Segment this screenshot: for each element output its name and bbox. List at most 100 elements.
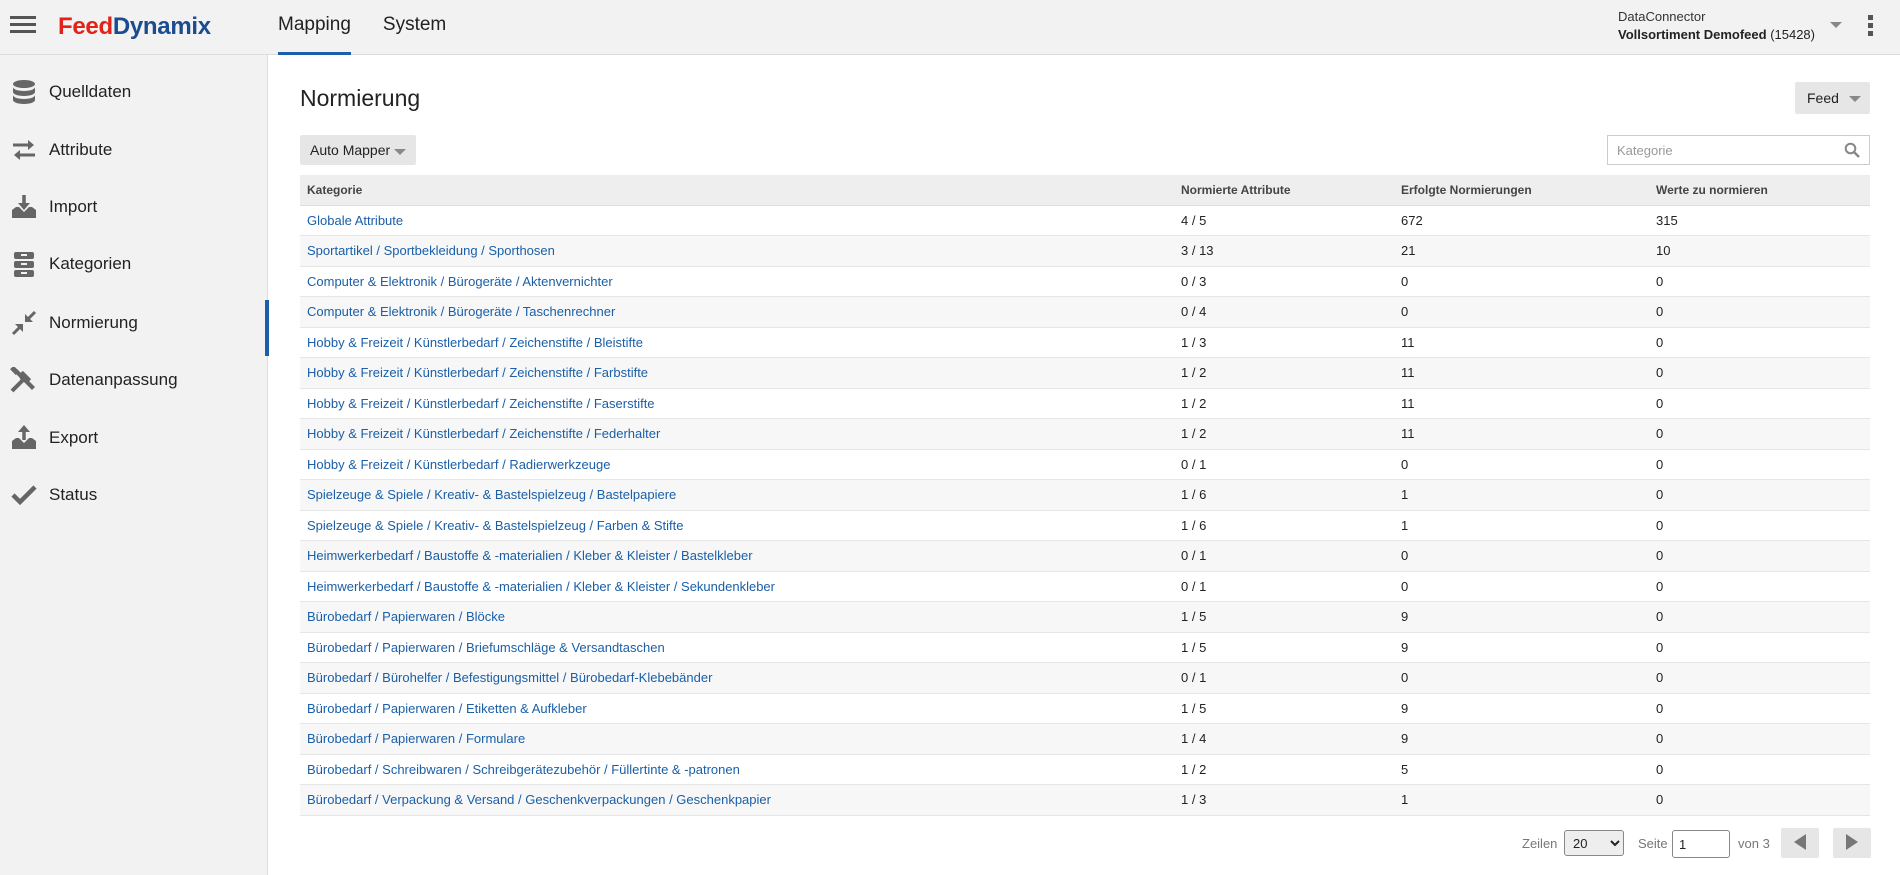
category-link[interactable]: Bürobedarf / Schreibwaren / Schreibgerät… <box>307 762 740 777</box>
cell-kategorie: Bürobedarf / Schreibwaren / Schreibgerät… <box>300 754 1174 785</box>
hamburger-menu-icon[interactable] <box>10 13 36 35</box>
sidebar-item-export[interactable]: Export <box>0 413 268 463</box>
cell-erfolgte-normierungen: 9 <box>1401 731 1409 747</box>
cell-kategorie: Bürobedarf / Bürohelfer / Befestigungsmi… <box>300 663 1174 694</box>
category-link[interactable]: Hobby & Freizeit / Künstlerbedarf / Zeic… <box>307 426 660 441</box>
category-search-input[interactable] <box>1608 136 1828 164</box>
tab-system[interactable]: System <box>383 0 446 55</box>
feed-dropdown-button[interactable]: Feed <box>1795 82 1870 114</box>
sidebar-item-quelldaten[interactable]: Quelldaten <box>0 67 268 117</box>
feed-button-label: Feed <box>1807 90 1839 106</box>
cell-normierte-attribute: 3 / 13 <box>1181 243 1214 259</box>
search-icon[interactable] <box>1844 142 1860 163</box>
category-link[interactable]: Hobby & Freizeit / Künstlerbedarf / Radi… <box>307 457 610 472</box>
cell-werte-zu-normieren: 0 <box>1656 670 1664 686</box>
category-link[interactable]: Bürobedarf / Papierwaren / Etiketten & A… <box>307 701 587 716</box>
category-link[interactable]: Bürobedarf / Papierwaren / Briefumschläg… <box>307 640 665 655</box>
col-header-werte-zu-normieren[interactable]: Werte zu normieren <box>1649 175 1870 206</box>
sidebar: Quelldaten Attribute Import Kategorien N… <box>0 55 269 875</box>
brand-logo[interactable]: FeedDynamix <box>58 13 211 41</box>
category-link[interactable]: Heimwerkerbedarf / Baustoffe & -material… <box>307 548 753 563</box>
next-page-button[interactable] <box>1833 828 1871 858</box>
cell-werte-zu-normieren: 0 <box>1656 395 1664 411</box>
cell-kategorie: Hobby & Freizeit / Künstlerbedarf / Radi… <box>300 449 1174 480</box>
tenant-name: DataConnector <box>1618 9 1706 24</box>
cell-normierte-attribute: 1 / 2 <box>1181 426 1207 442</box>
col-header-kategorie[interactable]: Kategorie <box>300 175 1174 206</box>
table-row: Spielzeuge & Spiele / Kreativ- & Bastels… <box>300 479 1870 510</box>
cell-kategorie: Computer & Elektronik / Bürogeräte / Tas… <box>300 297 1174 328</box>
category-link[interactable]: Globale Attribute <box>307 213 403 228</box>
cell-normierte-attribute: 1 / 5 <box>1181 609 1207 625</box>
col-header-erfolgte-normierungen[interactable]: Erfolgte Normierungen <box>1394 175 1649 206</box>
cell-normierte-attribute: 1 / 2 <box>1181 395 1207 411</box>
cell-kategorie: Bürobedarf / Verpackung & Versand / Gesc… <box>300 785 1174 816</box>
chevron-down-icon <box>1849 96 1861 102</box>
auto-mapper-button[interactable]: Auto Mapper <box>300 135 416 165</box>
category-link[interactable]: Bürobedarf / Papierwaren / Formulare <box>307 731 525 746</box>
rows-per-page-select[interactable]: 20 <box>1564 830 1624 856</box>
cell-kategorie: Hobby & Freizeit / Künstlerbedarf / Zeic… <box>300 388 1174 419</box>
category-link[interactable]: Hobby & Freizeit / Künstlerbedarf / Zeic… <box>307 335 643 350</box>
table-row: Hobby & Freizeit / Künstlerbedarf / Radi… <box>300 449 1870 480</box>
table-row: Bürobedarf / Papierwaren / Etiketten & A… <box>300 693 1870 724</box>
tab-mapping[interactable]: Mapping <box>278 0 351 55</box>
cell-erfolgte-normierungen: 0 <box>1401 548 1409 564</box>
cell-werte-zu-normieren: 10 <box>1656 243 1671 259</box>
sidebar-item-attribute[interactable]: Attribute <box>0 125 268 175</box>
chevron-down-icon[interactable] <box>1830 22 1842 28</box>
table-row: Bürobedarf / Schreibwaren / Schreibgerät… <box>300 754 1870 785</box>
sidebar-item-normierung[interactable]: Normierung <box>0 298 269 356</box>
cell-werte-zu-normieren: 0 <box>1656 273 1664 289</box>
more-options-icon[interactable] <box>1868 15 1876 39</box>
category-link[interactable]: Heimwerkerbedarf / Baustoffe & -material… <box>307 579 775 594</box>
cell-normierte-attribute: 0 / 3 <box>1181 273 1207 289</box>
cell-erfolgte-normierungen: 0 <box>1401 578 1409 594</box>
sidebar-item-label: Datenanpassung <box>49 370 178 389</box>
category-link[interactable]: Spielzeuge & Spiele / Kreativ- & Bastels… <box>307 518 683 533</box>
sidebar-item-datenanpassung[interactable]: Datenanpassung <box>0 355 268 405</box>
table-row: Computer & Elektronik / Bürogeräte / Akt… <box>300 266 1870 297</box>
cell-kategorie: Bürobedarf / Papierwaren / Briefumschläg… <box>300 632 1174 663</box>
cell-normierte-attribute: 0 / 1 <box>1181 456 1207 472</box>
feed-name: Vollsortiment Demofeed <box>1618 27 1767 42</box>
cell-normierte-attribute: 1 / 5 <box>1181 639 1207 655</box>
checkmark-icon <box>9 482 39 508</box>
cell-normierte-attribute: 0 / 1 <box>1181 670 1207 686</box>
table-row: Bürobedarf / Verpackung & Versand / Gesc… <box>300 784 1870 816</box>
category-link[interactable]: Computer & Elektronik / Bürogeräte / Tas… <box>307 304 615 319</box>
cell-normierte-attribute: 1 / 3 <box>1181 792 1207 808</box>
triangle-right-icon <box>1845 833 1859 853</box>
cell-werte-zu-normieren: 0 <box>1656 517 1664 533</box>
cell-kategorie: Spielzeuge & Spiele / Kreativ- & Bastels… <box>300 510 1174 541</box>
previous-page-button[interactable] <box>1781 828 1819 858</box>
table-row: Heimwerkerbedarf / Baustoffe & -material… <box>300 540 1870 571</box>
top-navigation: Mapping System <box>278 0 478 55</box>
table-row: Hobby & Freizeit / Künstlerbedarf / Zeic… <box>300 418 1870 450</box>
page-label: Seite <box>1638 836 1668 851</box>
col-header-normierte-attribute[interactable]: Normierte Attribute <box>1174 175 1394 206</box>
category-link[interactable]: Computer & Elektronik / Bürogeräte / Akt… <box>307 274 613 289</box>
triangle-left-icon <box>1793 833 1807 853</box>
cell-erfolgte-normierungen: 9 <box>1401 639 1409 655</box>
sidebar-item-label: Attribute <box>49 140 113 159</box>
category-link[interactable]: Sportartikel / Sportbekleidung / Sportho… <box>307 243 555 258</box>
cell-kategorie: Hobby & Freizeit / Künstlerbedarf / Zeic… <box>300 419 1174 450</box>
sidebar-item-kategorien[interactable]: Kategorien <box>0 239 268 289</box>
sidebar-item-label: Normierung <box>49 313 138 332</box>
category-link[interactable]: Spielzeuge & Spiele / Kreativ- & Bastels… <box>307 487 676 502</box>
category-link[interactable]: Bürobedarf / Verpackung & Versand / Gesc… <box>307 792 771 807</box>
category-link[interactable]: Hobby & Freizeit / Künstlerbedarf / Zeic… <box>307 396 655 411</box>
cell-erfolgte-normierungen: 1 <box>1401 517 1409 533</box>
category-link[interactable]: Bürobedarf / Bürohelfer / Befestigungsmi… <box>307 670 712 685</box>
category-link[interactable]: Hobby & Freizeit / Künstlerbedarf / Zeic… <box>307 365 648 380</box>
rows-label: Zeilen <box>1522 836 1558 851</box>
page-number-input[interactable] <box>1672 830 1730 858</box>
table-row: Spielzeuge & Spiele / Kreativ- & Bastels… <box>300 510 1870 541</box>
sidebar-item-status[interactable]: Status <box>0 470 268 520</box>
cell-normierte-attribute: 0 / 1 <box>1181 548 1207 564</box>
category-link[interactable]: Bürobedarf / Papierwaren / Blöcke <box>307 609 505 624</box>
tenant-selector[interactable]: DataConnector Vollsortiment Demofeed (15… <box>1618 9 1815 42</box>
sidebar-item-import[interactable]: Import <box>0 182 268 232</box>
cell-erfolgte-normierungen: 11 <box>1401 395 1415 411</box>
